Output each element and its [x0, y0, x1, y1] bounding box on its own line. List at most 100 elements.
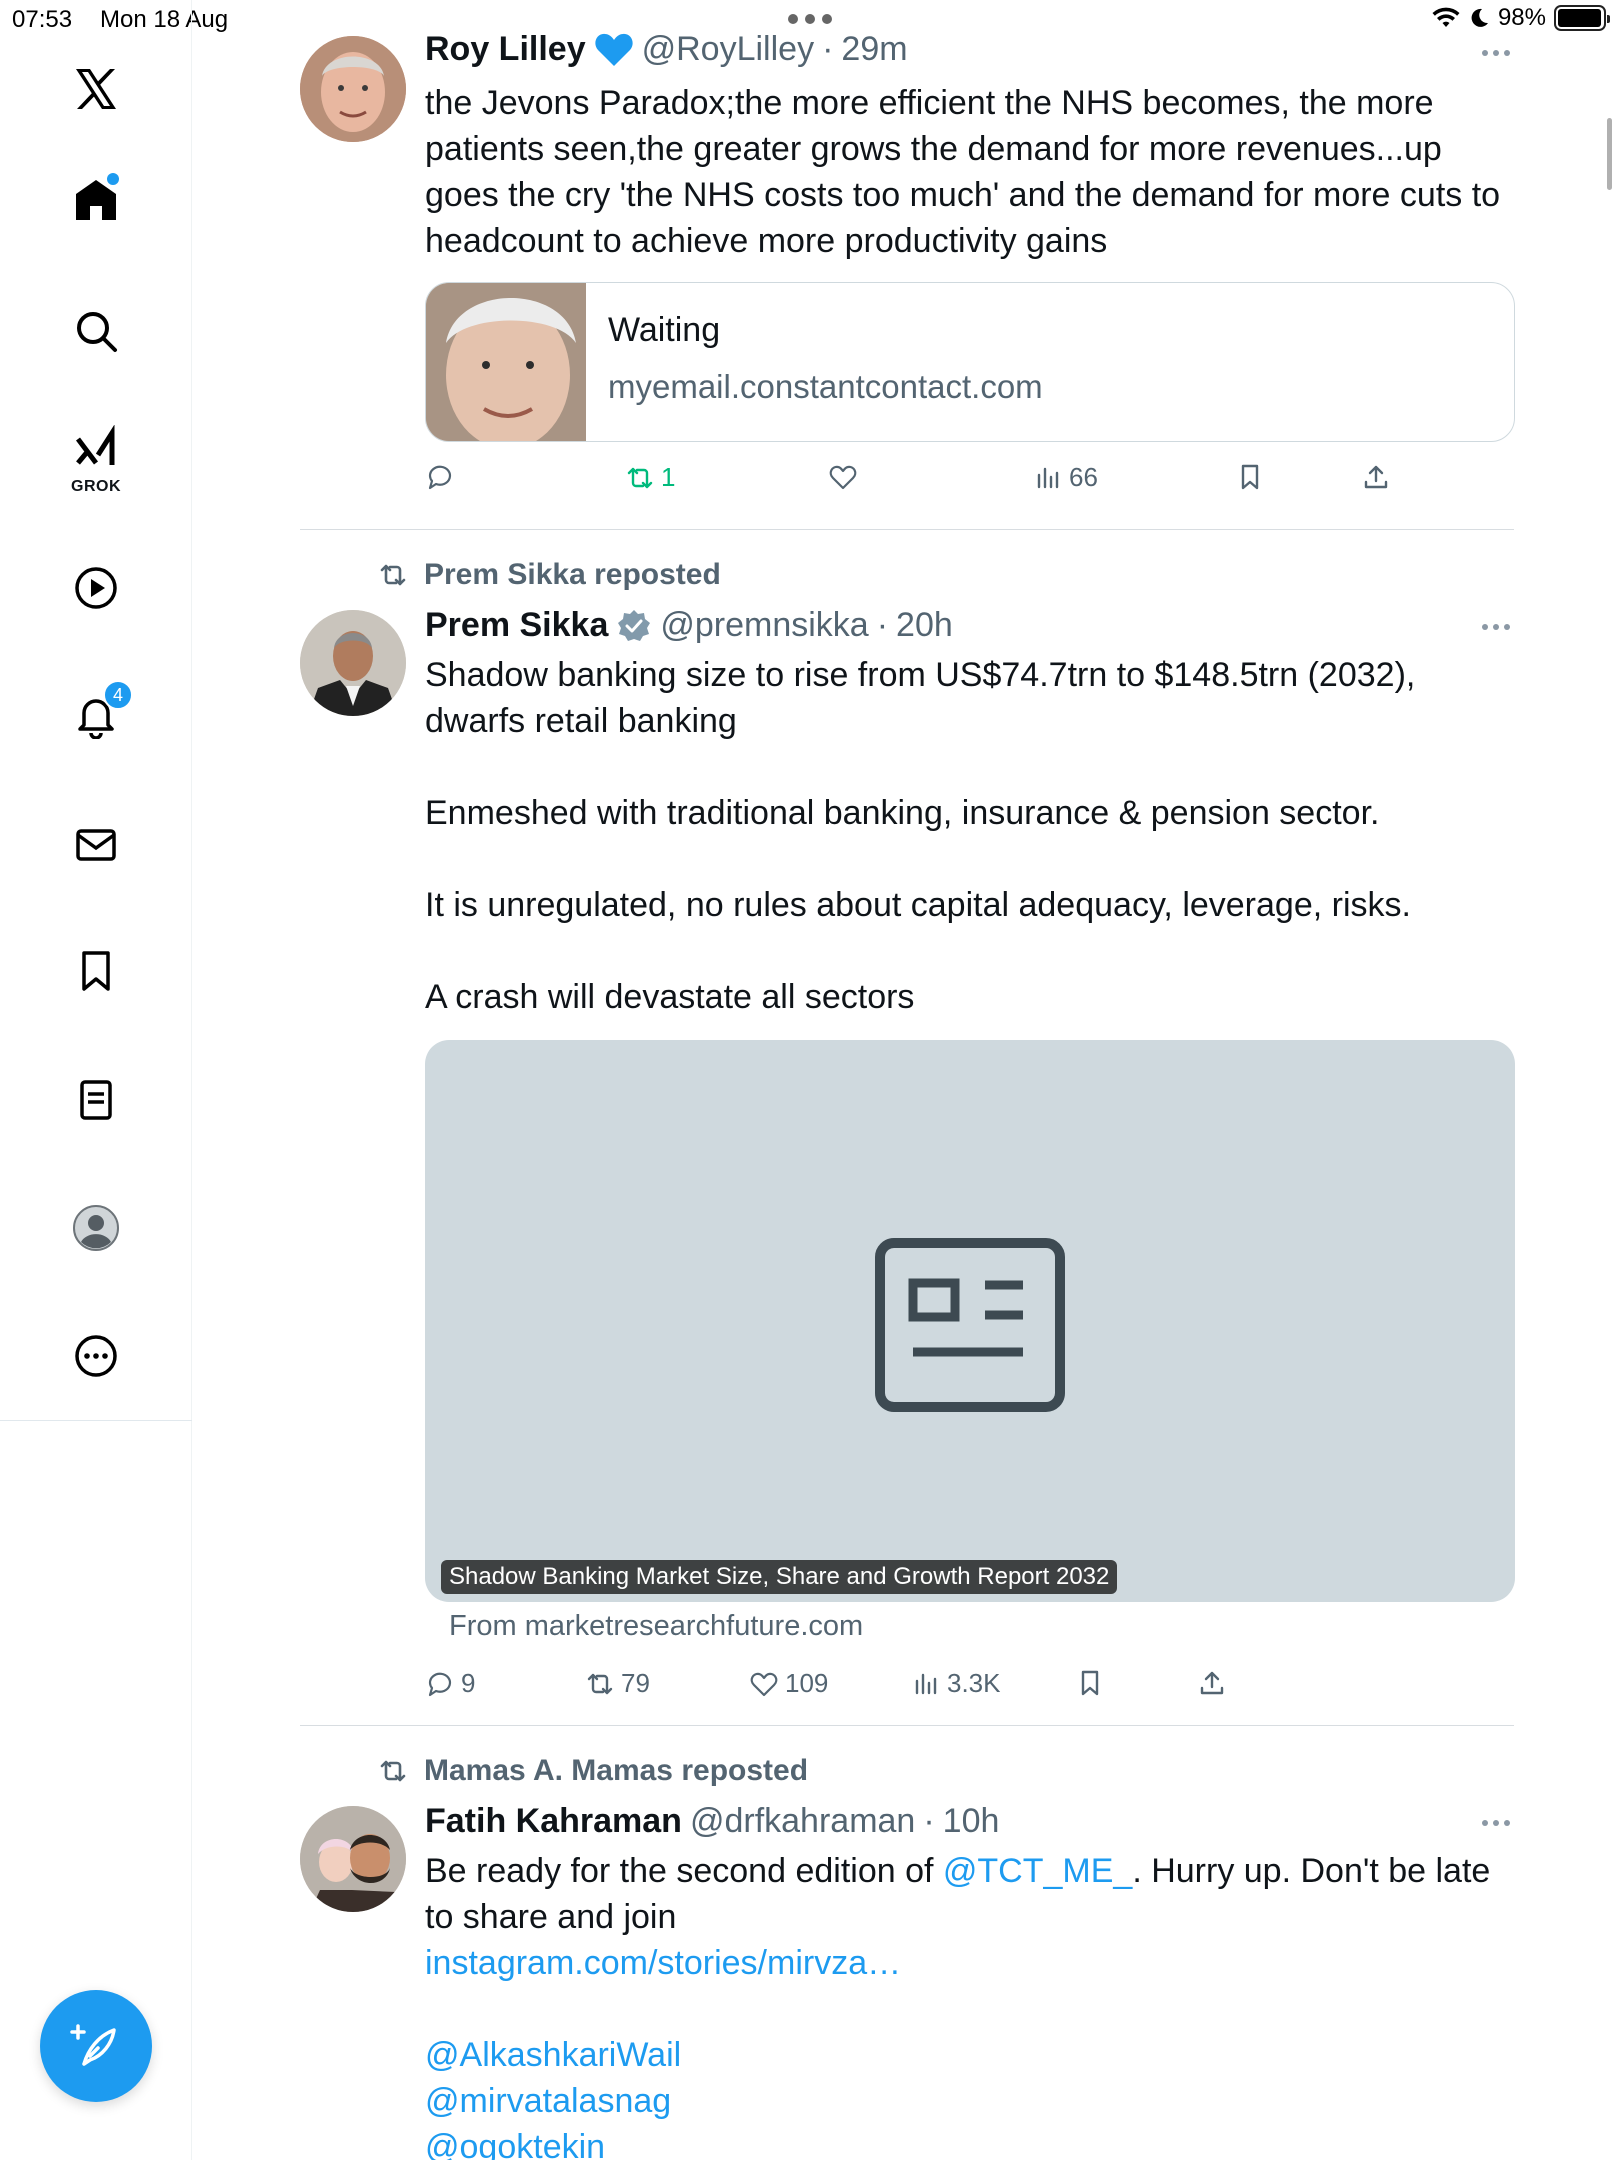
- blue-heart-icon: [594, 33, 633, 66]
- article-placeholder-icon: [875, 1238, 1065, 1412]
- like-button[interactable]: [828, 462, 864, 492]
- repost-indicator[interactable]: Mamas A. Mamas reposted: [376, 1754, 808, 1788]
- nav-notifications[interactable]: 4: [51, 670, 141, 760]
- avatar[interactable]: [300, 1806, 406, 1912]
- mention-link[interactable]: @AlkashkariWail: [425, 2032, 1515, 2078]
- view-count: 3.3K: [947, 1668, 1001, 1698]
- bookmark-icon: [1241, 464, 1259, 490]
- tweet-paragraph: Shadow banking size to rise from US$74.7…: [425, 656, 1416, 740]
- author-handle[interactable]: @RoyLilley: [642, 30, 814, 69]
- share-button[interactable]: [1361, 462, 1391, 492]
- grok-icon: [76, 425, 115, 465]
- verified-badge-icon: [618, 609, 651, 641]
- grok-label: GROK: [71, 478, 121, 495]
- link-card[interactable]: Waiting myemail.constantcontact.com: [425, 282, 1515, 442]
- avatar[interactable]: [300, 36, 406, 142]
- mention-link[interactable]: @ogoktekin: [425, 2124, 1515, 2160]
- views-icon: [915, 1673, 937, 1694]
- repost-icon: [587, 1673, 613, 1694]
- like-button[interactable]: 109: [749, 1668, 828, 1699]
- share-button[interactable]: [1197, 1668, 1227, 1698]
- url-link[interactable]: instagram.com/stories/mirvza…: [425, 1940, 1515, 1986]
- tweet-header: Fatih Kahraman @drfkahraman · 10h: [425, 1802, 999, 1841]
- tweet-divider: [300, 529, 1514, 530]
- nav-more[interactable]: [51, 1311, 141, 1401]
- scrollbar[interactable]: [1607, 118, 1612, 190]
- link-card-thumbnail: [426, 283, 586, 441]
- author-name[interactable]: Fatih Kahraman: [425, 1802, 682, 1841]
- profile-icon: [73, 1205, 119, 1251]
- tweet-header: Prem Sikka @premnsikka · 20h: [425, 606, 953, 645]
- repost-by: Mamas A. Mamas reposted: [424, 1754, 809, 1787]
- nav-bookmarks[interactable]: [51, 926, 141, 1016]
- nav-lists[interactable]: [51, 1055, 141, 1145]
- tweet-actions: 9 79 109 3.3K: [425, 1668, 1405, 1708]
- sidebar-divider: [0, 1420, 192, 1421]
- tweet-text: Be ready for the second edition of @TCT_…: [425, 1848, 1515, 2160]
- media-caption: Shadow Banking Market Size, Share and Gr…: [441, 1560, 1118, 1594]
- heart-icon: [750, 1672, 778, 1696]
- repost-by: Prem Sikka reposted: [424, 558, 721, 591]
- reply-button[interactable]: [425, 462, 461, 492]
- repost-count: 79: [621, 1668, 650, 1698]
- views-icon: [1037, 467, 1059, 488]
- heart-icon: [829, 465, 857, 490]
- tweet-header: Roy Lilley @RoyLilley · 29m: [425, 30, 908, 69]
- nav-profile[interactable]: [51, 1183, 141, 1273]
- nav-grok[interactable]: GROK: [51, 414, 141, 504]
- author-name[interactable]: Roy Lilley: [425, 30, 586, 69]
- tweet-paragraph: A crash will devastate all sectors: [425, 978, 915, 1016]
- battery-percent: 98%: [1497, 4, 1546, 31]
- repost-button[interactable]: 79: [585, 1668, 650, 1699]
- tweet-more-icon[interactable]: [1482, 50, 1510, 56]
- bookmark-button[interactable]: [1235, 462, 1265, 492]
- tweet-more-icon[interactable]: [1482, 1820, 1510, 1826]
- avatar[interactable]: [300, 610, 406, 716]
- battery-icon: [1554, 5, 1610, 31]
- tweet-text: the Jevons Paradox;the more efficient th…: [425, 84, 1501, 260]
- author-handle[interactable]: @premnsikka: [660, 606, 868, 645]
- mention-link[interactable]: @TCT_ME_: [943, 1852, 1132, 1890]
- status-indicators: 98%: [1432, 4, 1610, 32]
- tweet-actions: 1 66: [425, 462, 1405, 502]
- reply-count: 9: [461, 1668, 476, 1698]
- nav-video[interactable]: [51, 543, 141, 633]
- mention-link[interactable]: @mirvatalasnag: [425, 2078, 1515, 2124]
- nav-search[interactable]: [51, 286, 141, 376]
- repost-button[interactable]: 1: [625, 462, 675, 493]
- home-unread-dot: [107, 173, 119, 185]
- x-logo-icon[interactable]: [51, 44, 141, 134]
- views-button[interactable]: 66: [1033, 462, 1098, 493]
- time-separator: ·: [923, 1802, 935, 1840]
- video-icon: [75, 567, 117, 609]
- author-name[interactable]: Prem Sikka: [425, 606, 608, 645]
- multitasking-dots[interactable]: [788, 14, 832, 24]
- reply-icon: [428, 465, 452, 490]
- like-count: 109: [785, 1668, 829, 1698]
- repost-count: 1: [661, 462, 676, 492]
- moon-icon: [1471, 8, 1488, 27]
- link-media-card[interactable]: Shadow Banking Market Size, Share and Gr…: [425, 1040, 1515, 1602]
- nav-messages[interactable]: [51, 800, 141, 890]
- link-source[interactable]: From marketresearchfuture.com: [449, 1610, 863, 1643]
- repost-icon: [627, 467, 653, 488]
- tweet-more-icon[interactable]: [1482, 624, 1510, 630]
- share-icon: [1200, 1671, 1224, 1695]
- time-separator: ·: [876, 606, 889, 644]
- notifications-badge: 4: [103, 680, 133, 710]
- compose-button[interactable]: [40, 1990, 152, 2102]
- reply-button[interactable]: 9: [425, 1668, 475, 1699]
- author-handle[interactable]: @drfkahraman: [690, 1802, 915, 1841]
- tweet-paragraph: It is unregulated, no rules about capita…: [425, 886, 1411, 924]
- tweet-paragraph: Be ready for the second edition of @TCT_…: [425, 1848, 1515, 1940]
- tweet-time[interactable]: 20h: [896, 606, 953, 645]
- repost-indicator[interactable]: Prem Sikka reposted: [376, 558, 721, 592]
- time-separator: ·: [822, 30, 834, 68]
- more-icon: [75, 1335, 117, 1377]
- bookmark-button[interactable]: [1075, 1668, 1105, 1698]
- tweet-paragraph: Enmeshed with traditional banking, insur…: [425, 794, 1380, 832]
- tweet-time[interactable]: 29m: [841, 30, 907, 69]
- views-button[interactable]: 3.3K: [911, 1668, 1001, 1699]
- nav-home[interactable]: [51, 155, 141, 245]
- tweet-time[interactable]: 10h: [943, 1802, 1000, 1841]
